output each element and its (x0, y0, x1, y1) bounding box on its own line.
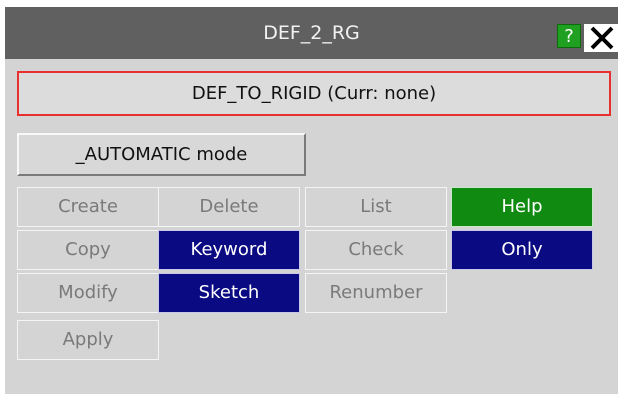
keyword-type-selector[interactable]: DEF_TO_RIGID (Curr: none) (17, 71, 611, 116)
automatic-mode-button[interactable]: _AUTOMATIC mode (17, 133, 306, 176)
renumber-button[interactable]: Renumber (305, 273, 447, 313)
create-button[interactable]: Create (17, 187, 159, 227)
title-bar[interactable]: DEF_2_RG ? (5, 7, 618, 59)
sketch-button[interactable]: Sketch (158, 273, 300, 313)
close-icon (590, 26, 614, 50)
check-button[interactable]: Check (305, 230, 447, 270)
close-button[interactable] (584, 24, 618, 52)
help-button[interactable]: Help (451, 187, 593, 227)
keyword-button[interactable]: Keyword (158, 230, 300, 270)
delete-button[interactable]: Delete (158, 187, 300, 227)
window-title: DEF_2_RG (263, 22, 360, 44)
apply-button[interactable]: Apply (17, 320, 159, 360)
copy-button[interactable]: Copy (17, 230, 159, 270)
def-2-rg-panel: DEF_2_RG ? DEF_TO_RIGID (Curr: none) _AU… (5, 7, 618, 394)
modify-button[interactable]: Modify (17, 273, 159, 313)
only-button[interactable]: Only (451, 230, 593, 270)
help-question-button[interactable]: ? (557, 24, 581, 48)
list-button[interactable]: List (305, 187, 447, 227)
